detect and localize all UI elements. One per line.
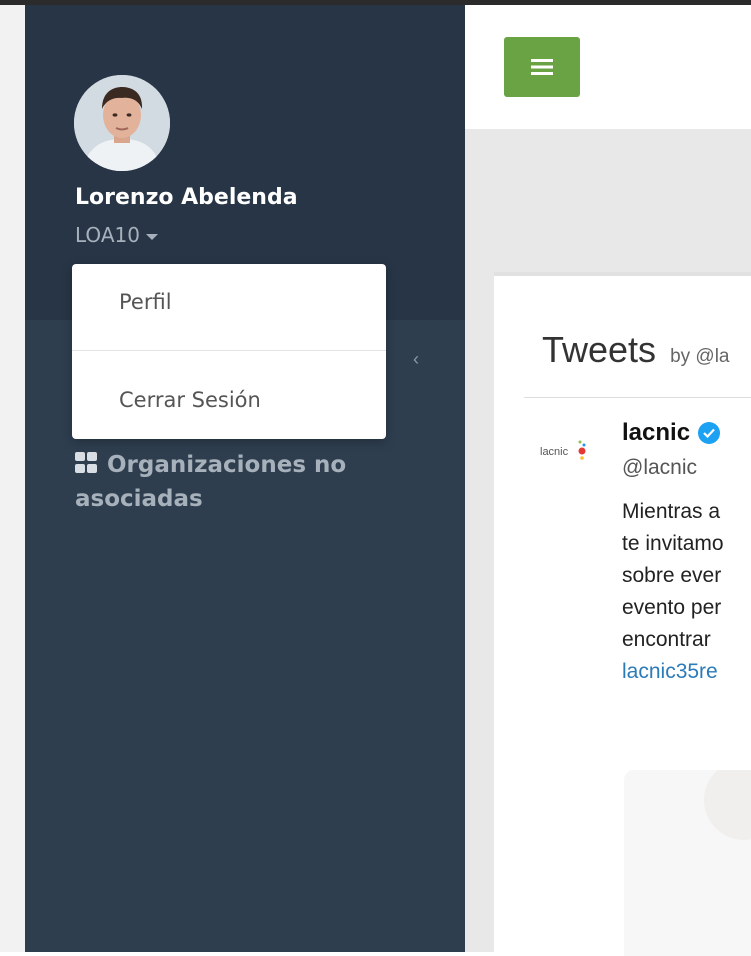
tweet-text: Mientras a te invitamo sobre ever evento… xyxy=(622,496,751,688)
nav-item-organizaciones-no-asociadas[interactable]: Organizaciones no asociadas xyxy=(75,448,375,516)
menu-item-perfil[interactable]: Perfil xyxy=(119,290,172,314)
menu-item-cerrar-sesion[interactable]: Cerrar Sesión xyxy=(119,388,261,412)
tweet-media-image[interactable] xyxy=(624,760,751,956)
author-name: lacnic xyxy=(622,419,691,446)
tweets-by[interactable]: by @la xyxy=(670,346,729,367)
avatar[interactable] xyxy=(74,75,170,171)
tweet-author-handle[interactable]: @lacnic xyxy=(622,456,697,480)
user-menu-toggle[interactable]: LOA10 xyxy=(75,223,158,247)
tweet-text-line: te invitamo xyxy=(622,532,724,555)
collapse-sidebar-chevron-left-icon[interactable]: ‹ xyxy=(413,349,419,370)
tweet-text-line: evento per xyxy=(622,596,722,619)
tweet-text-line: Mientras a xyxy=(622,500,721,523)
user-name: Lorenzo Abelenda xyxy=(75,185,298,210)
tweets-heading: Tweets by @la xyxy=(542,329,729,371)
nav-item-label: Organizaciones no asociadas xyxy=(75,452,347,512)
tweet-text-line: sobre ever xyxy=(622,564,722,587)
tweet-media-placeholder xyxy=(704,760,751,840)
lacnic-logo[interactable]: lacnic xyxy=(540,437,586,469)
user-id: LOA10 xyxy=(75,223,140,247)
tweets-title: Tweets xyxy=(542,329,657,370)
tweet-author-name[interactable]: lacnic xyxy=(622,419,721,447)
sidebar: Lorenzo Abelenda LOA10 ‹ Organizaciones … xyxy=(25,5,465,952)
lacnic-dots-icon xyxy=(578,440,586,460)
tweet-text-line: encontrar xyxy=(622,628,711,651)
left-gutter xyxy=(0,5,25,952)
verified-badge-icon xyxy=(698,422,721,444)
twitter-timeline-widget: Tweets by @la lacnic lacnic @lacnic Mien… xyxy=(494,272,751,956)
caret-down-icon xyxy=(145,233,158,240)
logo-text: lacnic xyxy=(540,446,569,458)
hamburger-icon xyxy=(531,59,553,75)
menu-toggle-button[interactable] xyxy=(504,37,580,97)
grid-icon xyxy=(75,452,97,473)
tweets-divider xyxy=(524,397,751,398)
tweet-link[interactable]: lacnic35re xyxy=(622,656,751,688)
avatar-image xyxy=(74,75,170,171)
user-dropdown-menu: Perfil Cerrar Sesión xyxy=(72,264,386,439)
dropdown-divider xyxy=(72,350,386,351)
